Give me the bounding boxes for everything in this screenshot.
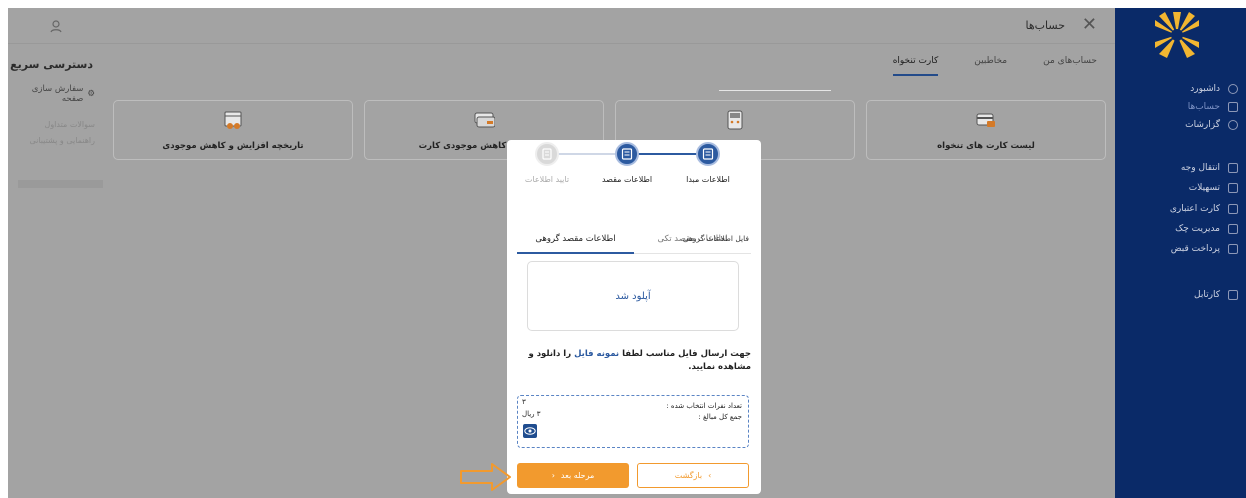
card-balance-icon: [474, 112, 495, 128]
upload-status: آپلود شد: [615, 290, 651, 302]
file-upload-area[interactable]: آپلود شد: [527, 261, 739, 331]
cheque-icon: [1228, 224, 1238, 234]
step-label: اطلاعات مبدا: [686, 175, 730, 184]
group-file-label-text: فایل اطلاعات گروهی: [682, 234, 749, 243]
step-connector: [549, 153, 625, 155]
bank-logo: [1155, 12, 1199, 58]
card-list-icon: [976, 113, 995, 127]
chevron-left-icon: ‹: [551, 471, 555, 480]
sidebar-item-label: تسهیلات: [1188, 183, 1220, 193]
sample-file-link[interactable]: نمونه فایل: [574, 349, 619, 359]
cartable-icon: [1228, 290, 1238, 300]
close-icon[interactable]: ✕: [1082, 14, 1097, 35]
bill-icon: [1228, 244, 1238, 254]
sidebar-item-facilities[interactable]: تسهیلات: [1118, 183, 1238, 193]
sidebar: داشبورد حساب‌ها گزارشات انتقال وجه تسهیل…: [1115, 8, 1246, 498]
tab-contacts[interactable]: مخاطبین: [974, 56, 1007, 76]
tab-my-accounts[interactable]: حساب‌های من: [1043, 56, 1097, 76]
selected-count-label: تعداد نفرات انتخاب شده :: [666, 402, 742, 410]
sidebar-item-cartable[interactable]: کارتابل: [1118, 290, 1238, 300]
support-label: راهنمایی و پشتیبانی: [29, 136, 95, 145]
faq-label: سوالات متداول: [44, 120, 96, 129]
sidebar-item-reports[interactable]: گزارشات: [1118, 120, 1238, 130]
transfer-summary: تعداد نفرات انتخاب شده : ۳ جمع کل مبالغ …: [517, 395, 749, 448]
gear-icon: ⚙: [87, 89, 95, 99]
sample-file-hint: جهت ارسال فایل مناسب لطفا نمونه فایل را …: [519, 348, 751, 374]
customize-label: سفارش سازی صفحه: [31, 84, 84, 104]
sidebar-item-transfer[interactable]: انتقال وجه: [1118, 163, 1238, 173]
tab-petty-card[interactable]: کارت تنخواه: [892, 56, 939, 76]
hint-text: جهت ارسال فایل مناسب لطفا: [622, 349, 751, 359]
transfer-icon: [1228, 163, 1238, 173]
chevron-right-icon: ›: [708, 471, 712, 480]
group-transfer-modal: اطلاعات مبدا اطلاعات مقصد تایید اطلاعات …: [507, 140, 761, 494]
card-petty-list[interactable]: لیست کارت های تنخواه: [866, 100, 1106, 160]
card-history[interactable]: تاریخچه افزایش و کاهش موجودی: [113, 100, 353, 160]
faq-link[interactable]: سوالات متداول: [45, 120, 96, 129]
sidebar-item-label: داشبورد: [1190, 84, 1220, 94]
document-icon: [542, 148, 552, 160]
page-title: حساب‌ها: [1025, 19, 1065, 32]
step-source: [696, 142, 720, 166]
tabs: حساب‌های من مخاطبین کارت تنخواه: [892, 56, 1097, 76]
divider: [18, 180, 103, 188]
customize-page-link[interactable]: ⚙ سفارش سازی صفحه: [8, 84, 95, 104]
eye-icon[interactable]: [523, 424, 537, 438]
credit-card-icon: [1228, 204, 1238, 214]
pointer-arrow-icon: [460, 463, 511, 491]
user-icon[interactable]: [49, 19, 63, 33]
quick-access-panel: دسترسی سریع ⚙ سفارش سازی صفحه سوالات متد…: [8, 8, 103, 498]
step-label: تایید اطلاعات: [524, 175, 570, 184]
quick-top-bar: [8, 8, 103, 44]
card-step-icon: [621, 148, 633, 160]
facilities-icon: [1228, 183, 1238, 193]
sidebar-item-label: پرداخت قبض: [1170, 244, 1220, 254]
stepper: اطلاعات مبدا اطلاعات مقصد تایید اطلاعات: [507, 140, 761, 200]
reports-icon: [1228, 120, 1238, 130]
total-amount-label: جمع کل مبالغ :: [698, 413, 742, 421]
sidebar-item-cheque[interactable]: مدیریت چک: [1118, 224, 1238, 234]
card-label: تاریخچه افزایش و کاهش موجودی: [162, 141, 304, 151]
next-step-button[interactable]: مرحله بعد ‹: [517, 463, 629, 488]
sidebar-item-label: گزارشات: [1185, 120, 1220, 130]
back-button[interactable]: › بازگشت: [637, 463, 749, 488]
sidebar-item-label: کارت اعتباری: [1169, 204, 1220, 214]
card-label: لیست کارت های تنخواه: [937, 141, 1035, 151]
sidebar-item-label: کارتابل: [1194, 290, 1220, 300]
sidebar-item-dashboard[interactable]: داشبورد: [1118, 84, 1238, 94]
step-label: اطلاعات مقصد: [601, 175, 653, 184]
selected-count-value: ۳: [522, 398, 526, 406]
support-link[interactable]: راهنمایی و پشتیبانی: [29, 136, 95, 145]
page-header: ✕ حساب‌ها: [103, 8, 1115, 44]
accounts-icon: [1228, 102, 1238, 112]
card-step-icon: [702, 148, 714, 160]
next-button-label: مرحله بعد: [560, 471, 595, 480]
sidebar-item-label: حساب‌ها: [1187, 102, 1220, 112]
tab-group-destination[interactable]: اطلاعات مقصد گروهی: [517, 234, 634, 254]
sidebar-item-accounts[interactable]: حساب‌ها: [1118, 102, 1238, 112]
back-button-label: بازگشت: [674, 471, 703, 480]
sidebar-item-bill[interactable]: پرداخت قبض: [1118, 244, 1238, 254]
step-confirm: [535, 142, 559, 166]
quick-access-title: دسترسی سریع: [10, 58, 93, 71]
dashboard-icon: [1228, 84, 1238, 94]
pos-icon: [727, 110, 743, 130]
sidebar-item-credit-card[interactable]: کارت اعتباری: [1118, 204, 1238, 214]
total-amount-value: ۳ ریال: [522, 410, 541, 418]
divider: [719, 90, 831, 91]
sidebar-item-label: مدیریت چک: [1175, 224, 1220, 234]
sidebar-item-label: انتقال وجه: [1180, 163, 1220, 173]
history-icon: [224, 111, 242, 129]
step-destination: [615, 142, 639, 166]
